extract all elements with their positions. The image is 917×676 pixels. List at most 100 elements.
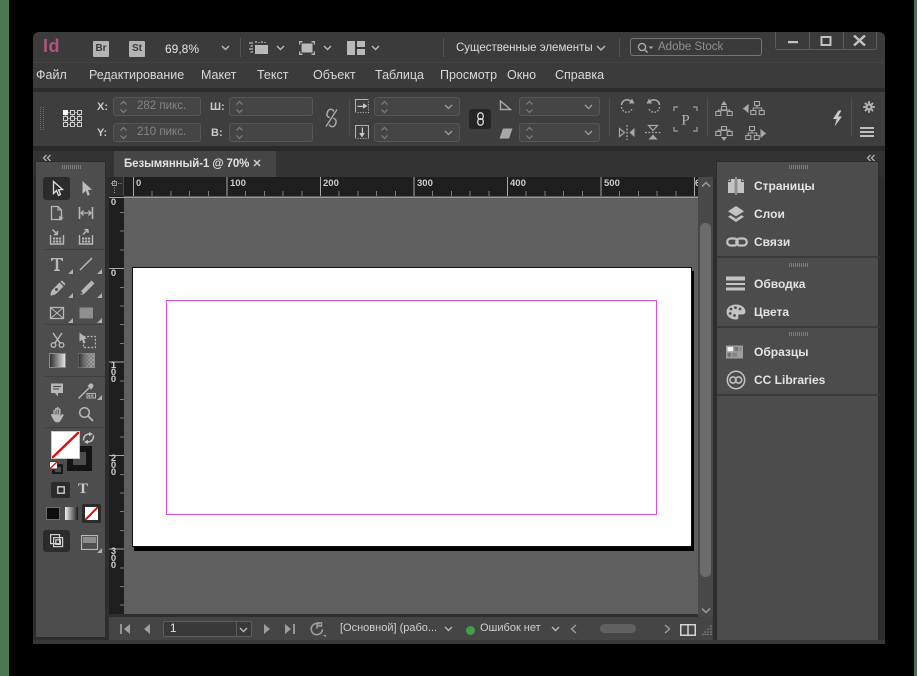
pencil-tool[interactable]	[78, 280, 94, 296]
document-tab[interactable]: Безымянный-1 @ 70%	[114, 151, 276, 177]
flip-text-vertical-icon[interactable]	[355, 125, 369, 139]
view-options-chevron-icon[interactable]	[276, 45, 285, 51]
horizontal-scrollbar-thumb[interactable]	[600, 624, 636, 633]
default-fill-stroke-icon[interactable]	[49, 461, 63, 474]
close-button[interactable]	[843, 32, 876, 49]
vertical-scrollbar-thumb[interactable]	[700, 223, 711, 577]
normal-view-mode-button[interactable]	[43, 530, 70, 552]
errors-chevron-icon[interactable]	[551, 626, 560, 632]
reference-point-proxy[interactable]	[62, 109, 83, 128]
rotation-angle-icon[interactable]	[499, 100, 512, 111]
menu-object[interactable]: Объект	[313, 68, 356, 82]
vertical-scrollbar[interactable]	[698, 177, 713, 617]
panel-gripper[interactable]	[40, 107, 45, 131]
select-next-sibling-icon[interactable]	[743, 126, 766, 141]
type-tool[interactable]	[49, 256, 65, 272]
gradient-feather-tool[interactable]	[78, 353, 94, 369]
page-tool[interactable]	[49, 205, 65, 221]
rotate-counterclockwise-icon[interactable]	[645, 97, 663, 114]
dock-item-stroke[interactable]: Обводка	[717, 270, 880, 298]
shear-angle-field[interactable]	[519, 123, 600, 142]
tab-close-icon[interactable]	[253, 159, 261, 167]
rectangle-tool[interactable]	[78, 305, 94, 321]
scale-x-field[interactable]	[374, 97, 460, 116]
panel-menu-icon[interactable]	[860, 127, 874, 137]
dock-item-pages[interactable]: Страницы	[717, 172, 880, 200]
fill-swatch[interactable]	[51, 431, 80, 459]
preset-chevron-icon[interactable]	[444, 626, 453, 632]
gear-icon[interactable]	[863, 101, 875, 113]
gap-tool[interactable]	[78, 205, 94, 221]
flip-text-horizontal-icon[interactable]	[355, 99, 369, 113]
workspace-switcher[interactable]: Существенные элементы	[456, 42, 593, 54]
constrain-scale-link-button[interactable]	[469, 109, 491, 129]
view-options-icon[interactable]	[249, 41, 269, 55]
selection-tool[interactable]	[49, 180, 65, 196]
next-page-button[interactable]	[263, 624, 271, 634]
content-collector-tool[interactable]	[49, 229, 65, 245]
line-tool[interactable]	[78, 256, 94, 272]
dock-item-color[interactable]: Цвета	[717, 298, 880, 326]
note-tool[interactable]	[49, 382, 65, 398]
dock-item-swatches[interactable]: Образцы	[717, 338, 880, 366]
scroll-left-icon[interactable]	[570, 624, 577, 634]
apply-color-button[interactable]	[46, 507, 60, 520]
rotation-angle-field[interactable]	[519, 97, 600, 116]
horizontal-ruler[interactable]: 0 100 200 300 400 500 6	[124, 177, 698, 196]
previous-page-button[interactable]	[143, 624, 151, 634]
workspace-chevron-icon[interactable]	[596, 45, 606, 52]
scroll-right-icon[interactable]	[664, 624, 671, 634]
preflight-status-text[interactable]: Ошибок нет	[480, 622, 541, 634]
gradient-swatch-tool[interactable]	[49, 353, 65, 369]
swap-fill-stroke-icon[interactable]	[82, 432, 95, 444]
preflight-icon[interactable]	[310, 622, 326, 637]
scroll-up-icon[interactable]	[701, 181, 711, 188]
select-container-button[interactable]: P	[673, 106, 698, 132]
rotate-clockwise-icon[interactable]	[618, 97, 636, 114]
stock-button[interactable]: St	[129, 41, 145, 57]
menu-layout[interactable]: Макет	[201, 68, 236, 82]
free-transform-tool[interactable]	[78, 332, 94, 348]
flip-vertical-icon[interactable]	[644, 124, 662, 141]
document-canvas[interactable]	[124, 196, 698, 614]
zoom-dropdown-chevron-icon[interactable]	[221, 45, 230, 51]
formatting-affects-text-button[interactable]: T	[77, 481, 89, 497]
x-position-field[interactable]: 282 пикс.	[113, 97, 201, 116]
apply-none-button[interactable]	[82, 504, 101, 523]
page-number-dropdown[interactable]: 1	[163, 621, 252, 637]
select-previous-object-icon[interactable]	[715, 101, 733, 116]
apply-gradient-button[interactable]	[65, 507, 78, 520]
menu-help[interactable]: Справка	[555, 68, 604, 82]
dock-item-cc-libraries[interactable]: CC Libraries	[717, 366, 880, 394]
pen-tool[interactable]	[49, 280, 65, 296]
scale-y-field[interactable]	[374, 123, 460, 142]
y-position-field[interactable]: 210 пикс.	[113, 123, 201, 142]
hand-tool[interactable]	[49, 406, 65, 422]
menu-view[interactable]: Просмотр	[440, 68, 497, 82]
document-page[interactable]	[132, 267, 692, 547]
panel-gripper[interactable]	[789, 165, 809, 169]
zoom-level-value[interactable]: 69,8%	[162, 42, 202, 56]
dock-item-layers[interactable]: Слои	[717, 200, 880, 228]
height-field[interactable]	[229, 123, 313, 142]
rectangle-frame-tool[interactable]	[49, 305, 65, 321]
panel-gripper[interactable]	[789, 263, 809, 267]
spread-view-icon[interactable]	[680, 624, 696, 636]
minimize-button[interactable]	[776, 32, 809, 49]
panel-gripper[interactable]	[62, 165, 82, 169]
eyedropper-tool[interactable]	[78, 382, 94, 398]
shear-angle-icon[interactable]	[499, 128, 513, 139]
menu-table[interactable]: Таблица	[375, 68, 424, 82]
arrange-documents-icon[interactable]	[347, 41, 365, 55]
zoom-tool[interactable]	[78, 406, 94, 422]
bridge-button[interactable]: Br	[93, 41, 109, 57]
menu-file[interactable]: Файл	[36, 68, 67, 82]
menu-window[interactable]: Окно	[507, 68, 536, 82]
scissors-tool[interactable]	[49, 332, 65, 348]
constrain-dimensions-broken-link-icon[interactable]	[323, 108, 340, 128]
arrange-documents-chevron-icon[interactable]	[371, 45, 380, 51]
quick-apply-lightning-icon[interactable]	[832, 110, 843, 127]
formatting-affects-container-button[interactable]	[51, 482, 70, 498]
preview-mode-button[interactable]	[81, 535, 98, 550]
preset-dropdown[interactable]: [Основной] (рабо...	[340, 622, 437, 634]
